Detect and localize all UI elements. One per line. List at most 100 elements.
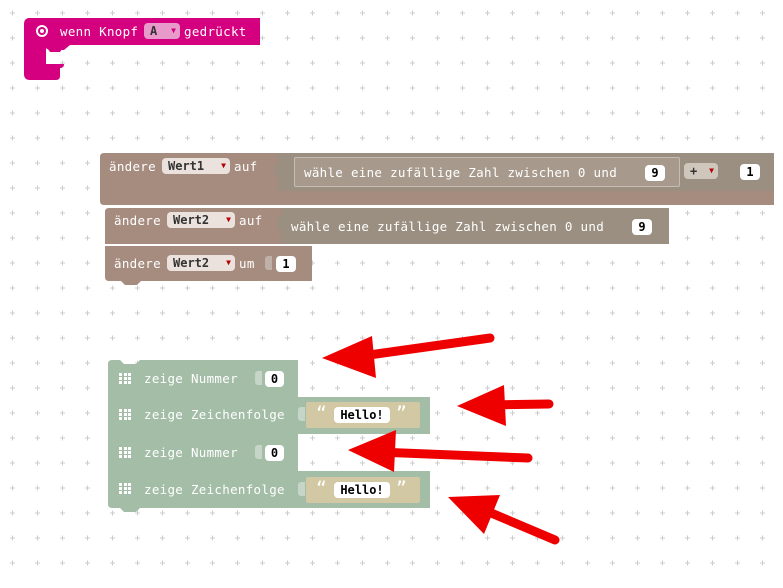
variable-dropdown[interactable]: Wert1 ▼ (162, 158, 230, 174)
grid-cross (335, 60, 340, 66)
grid-cross (535, 335, 540, 341)
grid-cross (460, 85, 465, 91)
event-label-prefix: wenn Knopf (60, 24, 139, 39)
show-number-field[interactable]: 0 (265, 445, 284, 461)
random-number-block[interactable]: wähle eine zufällige Zahl zwischen 0 und… (277, 208, 669, 244)
grid-cross (285, 560, 290, 566)
grid-cross (60, 510, 65, 516)
string-block[interactable]: “ Hello! ” (306, 402, 420, 428)
set-variable-block[interactable]: ändere Wert2 ▼ auf wähle eine zufällige … (105, 208, 669, 244)
grid-cross (410, 285, 415, 291)
math-arithmetic-block[interactable]: wähle eine zufällige Zahl zwischen 0 und… (274, 153, 774, 191)
grid-cross (610, 135, 615, 141)
led-dot (119, 377, 122, 380)
grid-cross (760, 335, 765, 341)
set-variable-block[interactable]: ändere Wert1 ▼ auf wähle eine zufällige … (100, 153, 774, 205)
grid-cross (35, 85, 40, 91)
grid-cross (435, 285, 440, 291)
grid-cross (610, 385, 615, 391)
grid-cross (485, 335, 490, 341)
grid-cross (85, 385, 90, 391)
grid-cross (235, 310, 240, 316)
grid-cross (760, 285, 765, 291)
show-string-block[interactable]: zeige Zeichenfolge “ Hello! ” (108, 397, 430, 434)
grid-cross (685, 560, 690, 566)
grid-cross (660, 560, 665, 566)
grid-cross (385, 85, 390, 91)
grid-cross (735, 210, 740, 216)
grid-cross (685, 335, 690, 341)
grid-cross (35, 535, 40, 541)
grid-cross (485, 285, 490, 291)
blocks-workspace[interactable]: wenn Knopf A ▼ gedrückt ändere Wert1 ▼ a… (0, 0, 783, 588)
operand-field[interactable]: 1 (740, 164, 760, 180)
button-dropdown[interactable]: A ▼ (144, 23, 180, 39)
grid-cross (110, 535, 115, 541)
string-field[interactable]: Hello! (334, 407, 390, 423)
grid-cross (435, 35, 440, 41)
led-dot (128, 409, 131, 412)
event-block-button-pressed[interactable]: wenn Knopf A ▼ gedrückt (24, 18, 260, 80)
grid-cross (310, 35, 315, 41)
grid-cross (610, 510, 615, 516)
grid-cross (735, 410, 740, 416)
grid-cross (185, 135, 190, 141)
grid-cross (735, 10, 740, 16)
grid-cross (385, 110, 390, 116)
grid-cross (760, 110, 765, 116)
grid-cross (660, 135, 665, 141)
grid-cross (335, 35, 340, 41)
operator-dropdown[interactable]: + ▼ (684, 163, 718, 179)
grid-cross (610, 335, 615, 341)
random-max-field[interactable]: 9 (632, 219, 652, 235)
variable-dropdown[interactable]: Wert2 ▼ (167, 212, 235, 228)
grid-cross (710, 10, 715, 16)
grid-cross (210, 285, 215, 291)
grid-cross (235, 285, 240, 291)
grid-cross (460, 10, 465, 16)
grid-cross (585, 385, 590, 391)
grid-cross (560, 310, 565, 316)
grid-cross (385, 360, 390, 366)
show-number-block[interactable]: zeige Nummer 0 (108, 434, 298, 471)
grid-cross (85, 85, 90, 91)
random-max-field[interactable]: 9 (645, 165, 665, 181)
show-number-block[interactable]: zeige Nummer 0 (108, 360, 298, 397)
grid-cross (410, 35, 415, 41)
change-value-field[interactable]: 1 (276, 256, 296, 272)
grid-cross (735, 110, 740, 116)
grid-cross (585, 485, 590, 491)
grid-cross (760, 85, 765, 91)
grid-cross (385, 285, 390, 291)
grid-cross (260, 85, 265, 91)
change-variable-block[interactable]: ändere Wert2 ▼ um 1 (105, 246, 312, 285)
grid-cross (360, 285, 365, 291)
grid-cross (610, 410, 615, 416)
grid-cross (660, 10, 665, 16)
grid-cross (10, 85, 15, 91)
grid-cross (410, 385, 415, 391)
random-number-block[interactable]: wähle eine zufällige Zahl zwischen 0 und… (294, 157, 680, 187)
string-field[interactable]: Hello! (334, 482, 390, 498)
grid-cross (335, 310, 340, 316)
show-string-block[interactable]: zeige Zeichenfolge “ Hello! ” (108, 471, 430, 512)
grid-cross (360, 335, 365, 341)
grid-cross (310, 10, 315, 16)
grid-cross (535, 435, 540, 441)
grid-cross (410, 135, 415, 141)
grid-cross (735, 535, 740, 541)
show-number-field[interactable]: 0 (265, 371, 284, 387)
grid-cross (385, 135, 390, 141)
grid-cross (660, 510, 665, 516)
grid-cross (585, 560, 590, 566)
grid-cross (610, 435, 615, 441)
grid-cross (610, 485, 615, 491)
grid-cross (235, 535, 240, 541)
led-dot (119, 413, 122, 416)
grid-cross (635, 460, 640, 466)
string-block[interactable]: “ Hello! ” (306, 477, 420, 503)
grid-cross (510, 560, 515, 566)
input-socket (265, 256, 272, 270)
variable-dropdown[interactable]: Wert2 ▼ (167, 255, 235, 271)
grid-cross (635, 35, 640, 41)
